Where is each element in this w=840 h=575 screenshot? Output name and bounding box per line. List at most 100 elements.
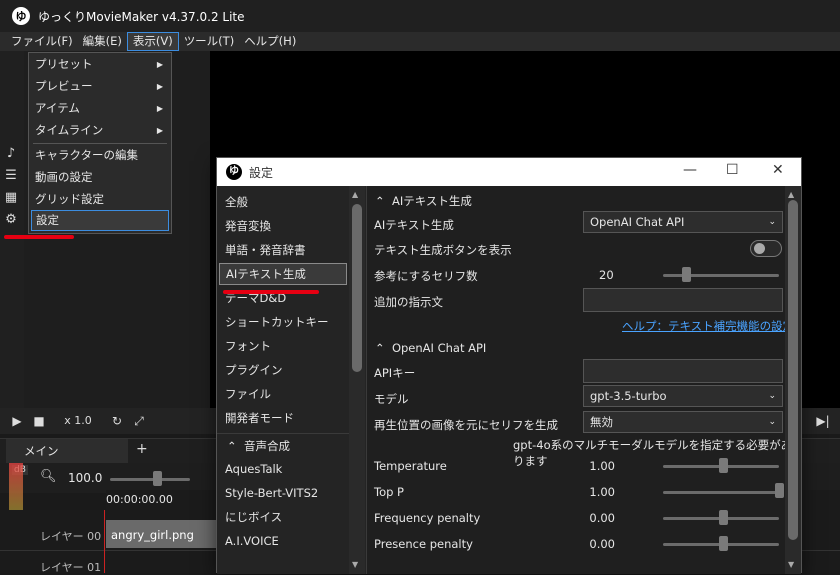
menu-file[interactable]: ファイル(F)	[6, 32, 78, 51]
nav-item[interactable]: 単語・発音辞書	[219, 239, 347, 261]
scroll-up-icon[interactable]: ▲	[788, 190, 794, 199]
nav-item[interactable]: プラグイン	[219, 359, 347, 381]
playhead[interactable]	[104, 510, 105, 573]
presence-penalty-slider-thumb[interactable]	[719, 536, 728, 551]
content-scroll-thumb[interactable]	[788, 200, 798, 540]
timecode: 00:00:00.00	[106, 493, 173, 506]
next-frame-icon[interactable]: ▶|	[814, 412, 832, 430]
menu-help[interactable]: ヘルプ(H)	[239, 32, 301, 51]
chevron-down-icon: ⌄	[768, 217, 776, 227]
nav-divider	[217, 433, 349, 434]
nav-item[interactable]: フォント	[219, 335, 347, 357]
loop-icon[interactable]: ↻	[108, 412, 126, 430]
param-label: Top P	[374, 485, 404, 499]
left-icon-strip: ♪ ☰ ▦ ⚙	[0, 51, 24, 431]
maximize-icon[interactable]: ☐	[726, 162, 739, 178]
top-p-slider-track[interactable]	[663, 491, 779, 494]
nav-item[interactable]: 開発者モード	[219, 407, 347, 429]
chevron-up-icon: ⌃	[375, 194, 385, 208]
stop-icon[interactable]: ■	[30, 412, 48, 430]
zoom-slider-track[interactable]	[110, 478, 190, 481]
nav-item[interactable]: 発音変換	[219, 215, 347, 237]
param-value: 1.00	[589, 485, 615, 499]
settings-title: 設定	[249, 166, 274, 180]
settings-titlebar: ゆ 設定 — ☐ ✕	[217, 158, 801, 186]
menu-edit[interactable]: 編集(E)	[78, 32, 127, 51]
gear-icon[interactable]: ⚙	[3, 212, 19, 228]
api-key-input[interactable]	[583, 359, 783, 383]
grid-icon[interactable]: ▦	[3, 190, 19, 206]
nav-item[interactable]: にじボイス	[219, 506, 347, 528]
close-icon[interactable]: ✕	[772, 162, 784, 178]
content-scrollbar[interactable]: ▲ ▼	[785, 186, 801, 574]
section-openai[interactable]: ⌃ OpenAI Chat API	[375, 341, 486, 355]
fit-icon[interactable]: ⤢	[130, 412, 148, 430]
red-underline-annotation	[223, 290, 319, 294]
menu-item-video-settings[interactable]: 動画の設定	[31, 167, 169, 188]
show-button-label: テキスト生成ボタンを表示	[374, 243, 512, 257]
menu-item-preset[interactable]: プリセット ▶	[31, 54, 169, 75]
layer-label[interactable]: レイヤー 00	[40, 528, 101, 544]
settings-dialog: ゆ 設定 — ☐ ✕ 全般 発音変換 単語・発音辞書 AIテキスト生成 テーマD…	[216, 157, 802, 574]
chevron-up-icon: ⌃	[375, 341, 385, 355]
frequency-penalty-slider-thumb[interactable]	[719, 510, 728, 525]
nav-item[interactable]: A.I.VOICE	[219, 530, 347, 552]
chevron-right-icon: ▶	[156, 82, 163, 91]
settings-nav: 全般 発音変換 単語・発音辞書 AIテキスト生成 テーマD&D ショートカットキ…	[217, 186, 367, 574]
param-value: 0.00	[589, 511, 615, 525]
speed-select[interactable]: x 1.0	[52, 412, 104, 430]
ref-lines-value: 20	[599, 268, 614, 282]
scroll-up-icon[interactable]: ▲	[352, 190, 358, 199]
scroll-down-icon[interactable]: ▼	[352, 560, 358, 569]
timeline-clip[interactable]: angry_girl.png	[106, 520, 216, 548]
character-icon[interactable]: ♪	[3, 146, 19, 162]
param-label: Temperature	[374, 459, 447, 473]
menu-tools[interactable]: ツール(T)	[179, 32, 240, 51]
chevron-down-icon: ⌄	[768, 391, 776, 401]
menu-item-grid-settings[interactable]: グリッド設定	[31, 189, 169, 210]
nav-scroll-thumb[interactable]	[352, 204, 362, 372]
zoom-slider-thumb[interactable]	[153, 471, 162, 486]
model-select[interactable]: gpt-3.5-turbo ⌄	[583, 385, 783, 407]
temperature-slider-thumb[interactable]	[719, 458, 728, 473]
menu-item-character-edit[interactable]: キャラクターの編集	[31, 145, 169, 166]
menu-item-preview[interactable]: プレビュー ▶	[31, 76, 169, 97]
settings-content: ⌃ AIテキスト生成 AIテキスト生成 OpenAI Chat API ⌄ テキス…	[367, 186, 801, 574]
help-link[interactable]: ヘルプ：テキスト補完機能の設定	[622, 318, 794, 334]
menu-bar: ファイル(F) 編集(E) 表示(V) ツール(T) ヘルプ(H)	[0, 32, 840, 51]
red-underline-annotation	[4, 235, 74, 239]
menu-item-settings[interactable]: 設定	[31, 210, 169, 231]
nav-scrollbar[interactable]: ▲ ▼	[349, 186, 365, 574]
tab-main[interactable]: メイン	[6, 439, 128, 464]
scroll-down-icon[interactable]: ▼	[788, 560, 794, 569]
top-p-slider-thumb[interactable]	[775, 483, 784, 498]
nav-item[interactable]: 全般	[219, 191, 347, 213]
menu-view[interactable]: 表示(V)	[126, 32, 179, 51]
param-label: Presence penalty	[374, 537, 473, 551]
play-icon[interactable]: ▶	[8, 412, 26, 430]
ref-lines-slider-track[interactable]	[663, 274, 779, 277]
extra-instruction-input[interactable]	[583, 288, 783, 312]
view-dropdown-menu: プリセット ▶ プレビュー ▶ アイテム ▶ タイムライン ▶ キャラクターの編集 動画…	[28, 52, 172, 234]
nav-item[interactable]: ファイル	[219, 383, 347, 405]
nav-item-selected[interactable]: AIテキスト生成	[219, 263, 347, 285]
menu-item-item[interactable]: アイテム ▶	[31, 98, 169, 119]
sliders-icon[interactable]: ☰	[3, 168, 19, 184]
nav-item[interactable]: Style-Bert-VITS2	[219, 482, 347, 504]
ai-gen-label: AIテキスト生成	[374, 218, 454, 232]
nav-item[interactable]: AquesTalk	[219, 458, 347, 480]
show-button-toggle[interactable]	[750, 240, 782, 257]
menu-item-timeline[interactable]: タイムライン ▶	[31, 120, 169, 141]
ai-gen-select[interactable]: OpenAI Chat API ⌄	[583, 211, 783, 233]
ref-lines-slider-thumb[interactable]	[682, 267, 691, 282]
param-value: 0.00	[589, 537, 615, 551]
image-gen-select[interactable]: 無効 ⌄	[583, 411, 783, 433]
section-ai-text[interactable]: ⌃ AIテキスト生成	[375, 193, 472, 209]
minimize-icon[interactable]: —	[683, 162, 697, 178]
add-tab-button[interactable]: +	[136, 441, 148, 457]
nav-group-header[interactable]: ⌃ 音声合成	[219, 435, 347, 457]
ref-lines-label: 参考にするセリフ数	[374, 269, 478, 283]
app-logo-icon: ゆ	[12, 7, 30, 25]
zoom-value[interactable]: 100.0	[68, 471, 102, 485]
nav-item[interactable]: ショートカットキー	[219, 311, 347, 333]
